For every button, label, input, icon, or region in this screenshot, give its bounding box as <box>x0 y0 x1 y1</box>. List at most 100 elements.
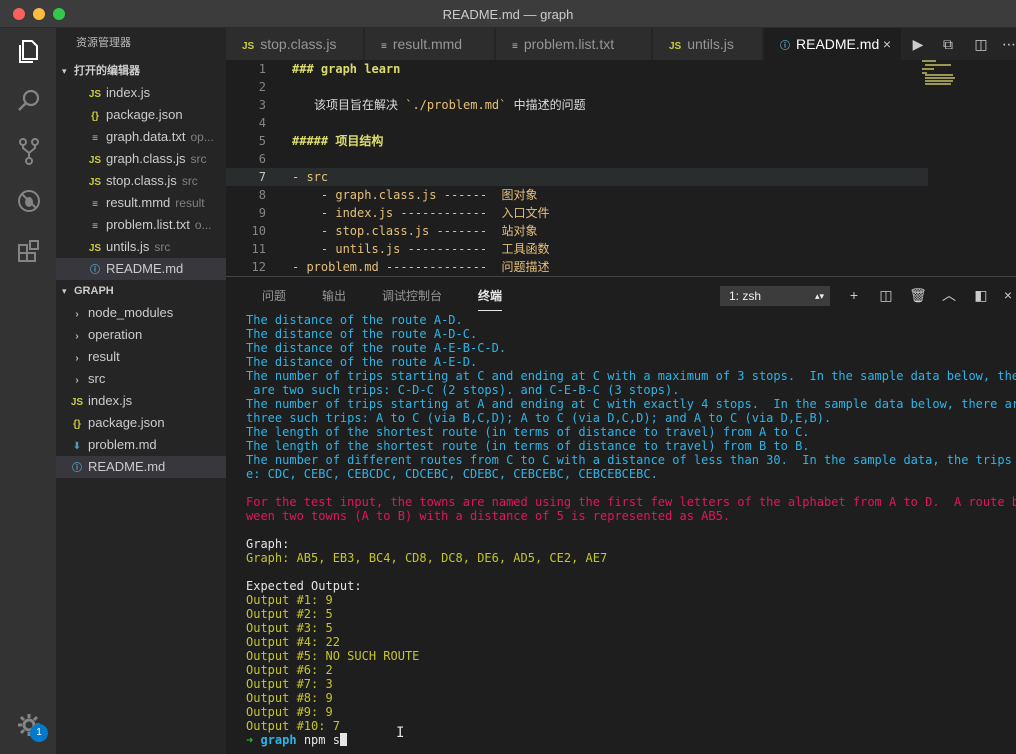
tree-item[interactable]: › operation <box>56 324 226 346</box>
split-terminal-icon[interactable]: ◫ <box>876 285 896 305</box>
editor-line: 9 - index.js ------------ 入口文件 <box>258 206 550 220</box>
tree-item[interactable]: › src <box>56 368 226 390</box>
tree-item-label: src <box>88 371 106 386</box>
tree-item[interactable]: ≡ problem.list.txt o... <box>56 214 226 236</box>
tab-stop-class-js[interactable]: JS stop.class.js <box>226 28 364 60</box>
tree-item-hint: o... <box>194 218 212 232</box>
chevron-right-icon: › <box>75 331 79 342</box>
explorer-sidebar: 资源管理器 ▾ 打开的编辑器 JS index.js {} package.json ≡ g… <box>56 28 226 754</box>
chevron-right-icon: › <box>75 353 79 364</box>
close-icon[interactable]: × <box>883 28 891 60</box>
split-editor-icon[interactable]: ◫ <box>969 28 993 60</box>
info-icon: ⓘ <box>90 265 100 276</box>
terminal-select[interactable]: 1: zsh ▴▾ <box>720 286 830 306</box>
terminal-line: Output #3: 5 <box>246 621 333 635</box>
tree-item[interactable]: ≡ graph.data.txt op... <box>56 126 226 148</box>
workspace-section[interactable]: ▾ GRAPH <box>56 280 226 302</box>
terminal-line: The number of trips starting at A and en… <box>246 397 1016 411</box>
terminal-line: The number of different routes from C to… <box>246 453 1016 467</box>
tree-item[interactable]: JS index.js <box>56 390 226 412</box>
tree-item-hint: op... <box>190 130 214 144</box>
terminal-line: Graph: AB5, EB3, BC4, CD8, DC8, DE6, AD5… <box>246 551 608 565</box>
tree-item[interactable]: JS stop.class.js src <box>56 170 226 192</box>
terminal-line: The length of the shortest route (in ter… <box>246 425 810 439</box>
editor-line: 5 ##### 项目结构 <box>258 134 384 148</box>
tab-untils-js[interactable]: JS untils.js <box>653 28 763 60</box>
tree-item-label: index.js <box>88 393 133 408</box>
tab-terminal[interactable]: 终端 <box>478 287 503 311</box>
open-preview-icon[interactable]: ⧉ <box>936 28 960 60</box>
terminal-prompt[interactable]: ➜ graph npm s <box>246 733 1016 747</box>
terminal-line: Expected Output: <box>246 579 362 593</box>
js-file-icon: JS <box>669 41 682 52</box>
chevron-down-icon: ▾ <box>62 66 67 76</box>
terminal-line: Output #7: 3 <box>246 677 333 691</box>
chevron-up-icon[interactable]: ︿ <box>939 285 959 305</box>
editor-line: 8 - graph.class.js ------ 图对象 <box>258 188 538 202</box>
tree-item[interactable]: ≡ result.mmd result <box>56 192 226 214</box>
terminal-output[interactable]: The distance of the route A-D. The distan… <box>246 313 1016 754</box>
panel-tabs: 问题 输出 调试控制台 终端 1: zsh ▴▾ + ◫ 🗑 ︿ ◧ × <box>226 277 1016 313</box>
markdown-file-icon: ⬇ <box>72 441 82 452</box>
toggle-panel-icon[interactable]: ◧ <box>971 285 991 305</box>
tree-item[interactable]: ⓘ README.md <box>56 456 226 478</box>
minimap[interactable] <box>922 60 962 90</box>
terminal-line: are two such trips: C-D-C (2 stops). and… <box>246 383 680 397</box>
editor-line-current: 7- src <box>226 168 928 186</box>
js-file-icon: JS <box>88 177 102 188</box>
tree-item-label: node_modules <box>88 305 174 320</box>
terminal-line: ween two towns (A to B) with a distance … <box>246 509 731 523</box>
chevron-updown-icon: ▴▾ <box>814 291 824 301</box>
info-icon: ⓘ <box>72 463 82 474</box>
more-actions-icon[interactable]: ⋯ <box>997 28 1016 60</box>
tree-item[interactable]: ⓘ README.md <box>56 258 226 280</box>
trash-icon[interactable]: 🗑 <box>908 285 928 305</box>
tree-item[interactable]: JS untils.js src <box>56 236 226 258</box>
activity-bar: 1 <box>0 28 56 754</box>
debug-icon[interactable] <box>14 186 44 216</box>
tree-item[interactable]: › node_modules <box>56 302 226 324</box>
tree-item[interactable]: {} package.json <box>56 104 226 126</box>
tree-item[interactable]: › result <box>56 346 226 368</box>
text-file-icon: ≡ <box>381 41 387 52</box>
tree-item[interactable]: ⬇ problem.md <box>56 434 226 456</box>
tab-debug-console[interactable]: 调试控制台 <box>382 287 442 304</box>
tree-item-label: stop.class.js <box>106 173 177 188</box>
terminal-line: Output #10: 7 <box>246 719 340 733</box>
tab-result-mmd[interactable]: ≡ result.mmd <box>365 28 495 60</box>
tree-item[interactable]: {} package.json <box>56 412 226 434</box>
tree-item-label: untils.js <box>106 239 150 254</box>
tree-item[interactable]: JS graph.class.js src <box>56 148 226 170</box>
tree-item[interactable]: JS index.js <box>56 82 226 104</box>
tree-item-label: problem.list.txt <box>106 217 190 232</box>
terminal-line: The length of the shortest route (in ter… <box>246 439 810 453</box>
editor-line: 10 - stop.class.js ------- 站对象 <box>251 224 538 238</box>
sidebar-title: 资源管理器 <box>76 37 131 49</box>
tree-item-label: package.json <box>88 415 165 430</box>
editor-tabs: JS stop.class.js ≡ result.mmd ≡ problem.lis… <box>226 28 1016 60</box>
tab-output[interactable]: 输出 <box>322 287 346 304</box>
tree-item-label: package.json <box>106 107 183 122</box>
js-file-icon: JS <box>88 155 102 166</box>
tree-item-hint: src <box>190 152 207 166</box>
js-file-icon: JS <box>242 41 255 52</box>
explorer-icon[interactable] <box>14 36 44 66</box>
run-icon[interactable]: ▶ <box>906 28 930 60</box>
open-editors-section[interactable]: ▾ 打开的编辑器 <box>56 60 226 82</box>
editor-line: 2 <box>258 80 266 94</box>
source-control-icon[interactable] <box>14 136 44 166</box>
bottom-panel: 问题 输出 调试控制台 终端 1: zsh ▴▾ + ◫ 🗑 ︿ ◧ × The … <box>226 276 1016 754</box>
extensions-icon[interactable] <box>14 236 44 266</box>
tree-item-label: README.md <box>106 261 184 276</box>
js-file-icon: JS <box>70 397 84 408</box>
code-editor[interactable]: 1 ### graph learn 2 3 该项目旨在解决 `./problem.m… <box>226 60 1016 276</box>
tab-readme-md[interactable]: ⓘ README.md × <box>764 28 902 60</box>
tree-item-label: README.md <box>88 459 166 474</box>
new-terminal-icon[interactable]: + <box>844 285 864 305</box>
text-file-icon: ≡ <box>92 221 98 232</box>
tab-problems[interactable]: 问题 <box>262 287 286 304</box>
tree-item-label: problem.md <box>88 437 157 452</box>
search-icon[interactable] <box>14 86 44 116</box>
close-panel-icon[interactable]: × <box>998 285 1016 305</box>
tab-problem-list-txt[interactable]: ≡ problem.list.txt <box>496 28 652 60</box>
